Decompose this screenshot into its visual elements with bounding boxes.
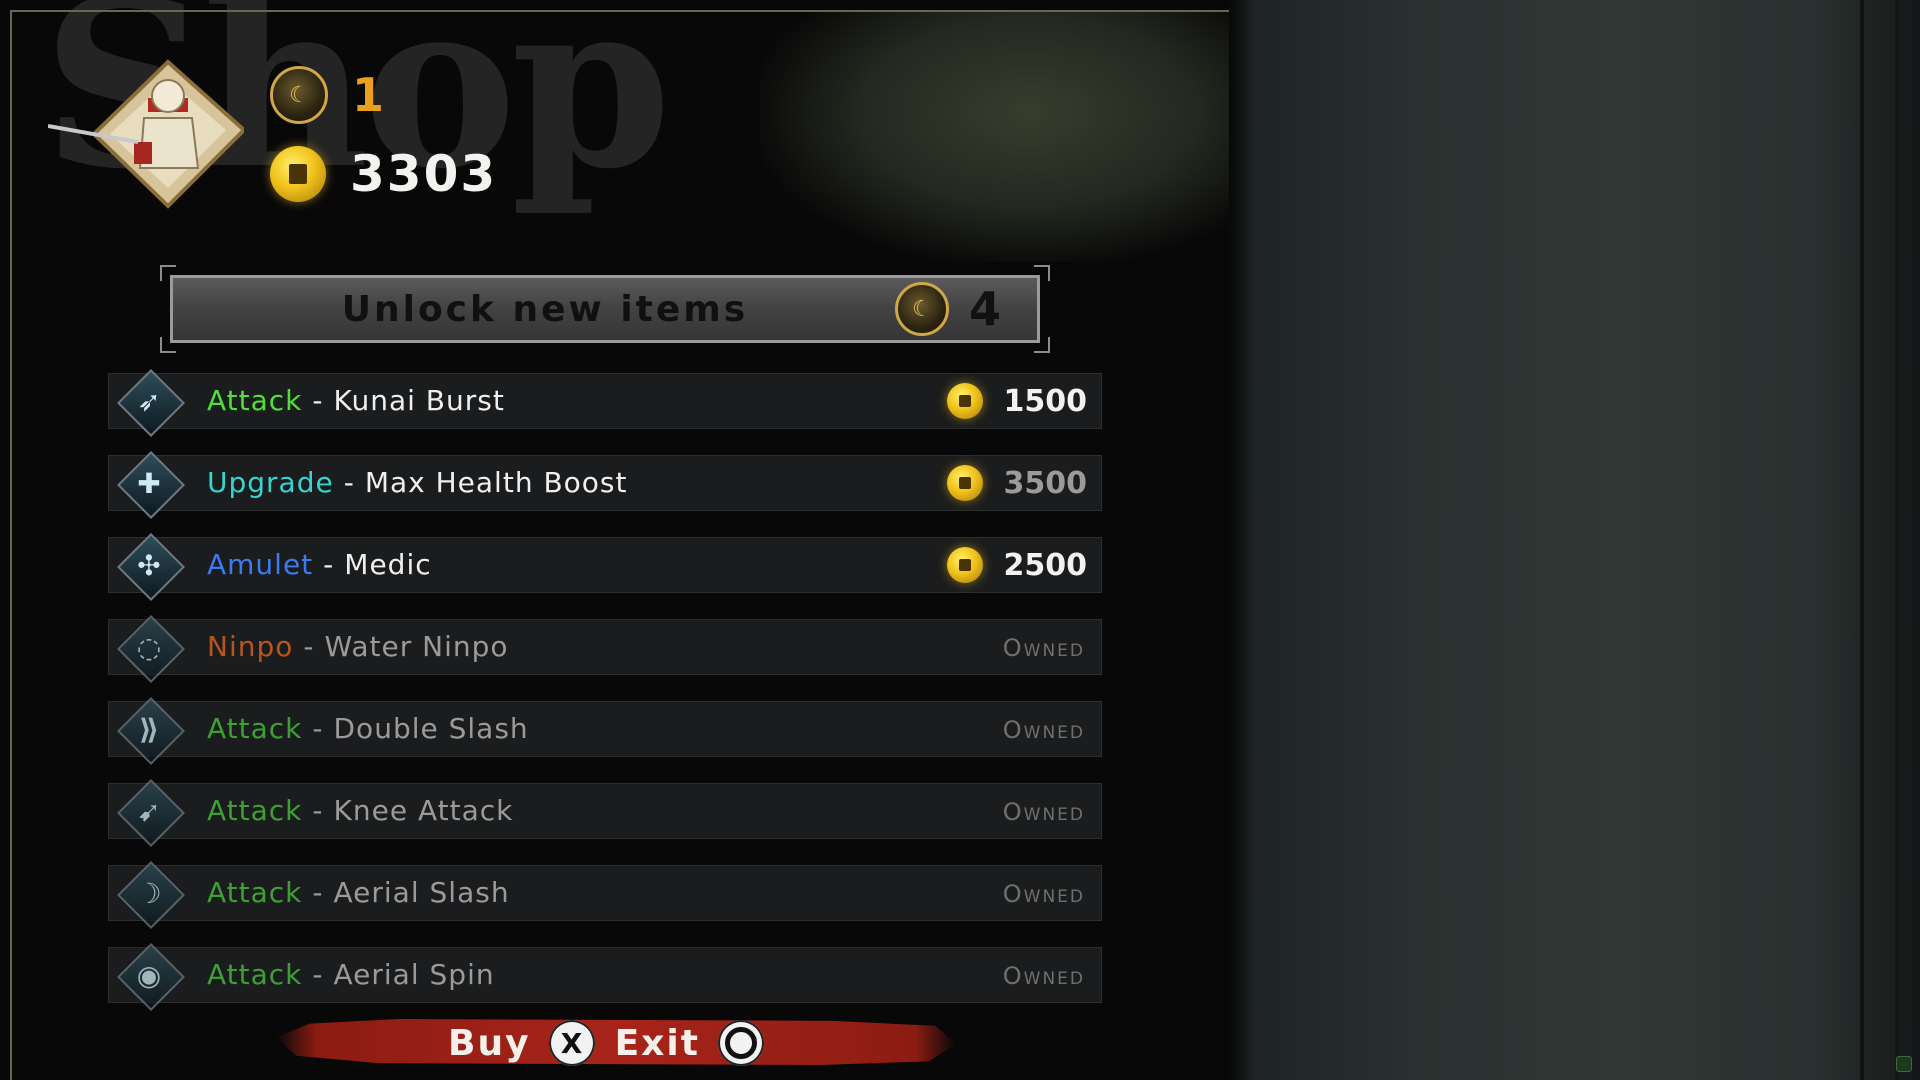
unlock-new-items-button[interactable]: Unlock new items ☾ 4	[170, 275, 1040, 343]
health-cross-icon: ✚	[117, 451, 185, 519]
item-category: Attack	[207, 384, 303, 417]
item-label: Amulet - Medic	[207, 538, 432, 592]
exit-label: Exit	[614, 1022, 700, 1064]
moon-token-icon: ☾	[270, 66, 328, 124]
separator: -	[312, 384, 324, 417]
shop-item-kunai-burst[interactable]: ➶ Attack - Kunai Burst 1500	[108, 369, 1102, 437]
icon-glyph: ✣	[137, 548, 161, 582]
coin-icon	[947, 547, 983, 583]
kunai-burst-icon: ➶	[117, 369, 185, 437]
item-category: Amulet	[207, 548, 314, 581]
item-label: Upgrade - Max Health Boost	[207, 456, 628, 510]
shop-item-aerial-slash[interactable]: ☽ Attack - Aerial Slash Owned	[108, 861, 1102, 929]
item-price: 2500	[947, 538, 1087, 592]
item-name: Double Slash	[333, 712, 529, 745]
icon-glyph: ➶	[137, 384, 161, 418]
unlock-cost: ☾ 4	[894, 282, 1001, 336]
item-name: Knee Attack	[333, 794, 514, 827]
moon-token-counter: ☾ 1	[270, 66, 384, 124]
ninja-avatar	[47, 58, 247, 210]
unlock-cost-amount: 4	[968, 282, 1001, 336]
shop-item-aerial-spin[interactable]: ◉ Attack - Aerial Spin Owned	[108, 943, 1102, 1011]
wall-streak	[1895, 0, 1899, 1080]
separator: -	[343, 466, 355, 499]
item-category: Upgrade	[207, 466, 334, 499]
shop-item-list: ➶ Attack - Kunai Burst 1500 ✚ Upgrade - Max Heal…	[108, 369, 1102, 1029]
aerial-spin-icon: ◉	[117, 943, 185, 1011]
aerial-slash-icon: ☽	[117, 861, 185, 929]
medic-amulet-icon: ✣	[117, 533, 185, 601]
item-name: Aerial Spin	[333, 958, 495, 991]
item-name: Aerial Slash	[333, 876, 510, 909]
moon-token-amount: 1	[352, 68, 385, 122]
owned-status: Owned	[1002, 962, 1085, 990]
shop-item-water-ninpo[interactable]: ◌ Ninpo - Water Ninpo Owned	[108, 615, 1102, 683]
game-world-background	[1255, 0, 1920, 1080]
separator: -	[312, 876, 324, 909]
wall-streak	[1860, 0, 1864, 1080]
double-slash-icon: ⟫	[117, 697, 185, 765]
status-indicator	[1896, 1056, 1912, 1072]
icon-glyph: ⟫	[138, 712, 160, 746]
separator: -	[303, 630, 315, 663]
icon-glyph: ➹	[137, 794, 161, 828]
coin-icon	[270, 146, 326, 202]
owned-status: Owned	[1002, 798, 1085, 826]
item-label: Attack - Kunai Burst	[207, 374, 505, 428]
item-price: 3500	[947, 456, 1087, 510]
icon-glyph: ◉	[136, 958, 162, 992]
knee-attack-icon: ➹	[117, 779, 185, 847]
price-amount: 2500	[1003, 547, 1088, 583]
owned-status: Owned	[1002, 880, 1085, 908]
coin-icon	[947, 383, 983, 419]
price-amount: 1500	[1003, 383, 1088, 419]
item-label: Attack - Aerial Spin	[207, 948, 495, 1002]
coin-icon	[947, 465, 983, 501]
owned-status: Owned	[1002, 634, 1085, 662]
item-category: Attack	[207, 794, 303, 827]
shop-panel: Shop ☾ 1 3303 Unlock new items ☾ 4 ➶ Att…	[0, 0, 1255, 1080]
icon-glyph: ✚	[137, 466, 161, 500]
coin-counter: 3303	[270, 145, 497, 203]
item-label: Attack - Knee Attack	[207, 784, 513, 838]
price-amount: 3500	[1003, 465, 1088, 501]
panel-rough-edge	[1229, 0, 1255, 1080]
water-ninpo-icon: ◌	[117, 615, 185, 683]
icon-glyph: ☽	[136, 876, 162, 910]
coin-amount: 3303	[350, 145, 498, 203]
item-name: Max Health Boost	[364, 466, 628, 499]
unlock-label: Unlock new items	[341, 288, 749, 330]
shop-item-double-slash[interactable]: ⟫ Attack - Double Slash Owned	[108, 697, 1102, 765]
item-name: Medic	[344, 548, 432, 581]
buy-label: Buy	[448, 1022, 531, 1064]
footer-controls: Buy X Exit	[276, 1015, 956, 1071]
icon-glyph: ◌	[136, 630, 162, 664]
item-label: Attack - Double Slash	[207, 702, 529, 756]
item-category: Attack	[207, 876, 303, 909]
item-category: Ninpo	[207, 630, 294, 663]
separator: -	[312, 958, 324, 991]
shop-item-medic[interactable]: ✣ Amulet - Medic 2500	[108, 533, 1102, 601]
owned-status: Owned	[1002, 716, 1085, 744]
circle-button-icon[interactable]	[717, 1020, 764, 1066]
item-name: Kunai Burst	[333, 384, 505, 417]
item-category: Attack	[207, 712, 303, 745]
moon-token-icon: ☾	[894, 282, 949, 336]
shop-item-knee-attack[interactable]: ➹ Attack - Knee Attack Owned	[108, 779, 1102, 847]
shop-item-max-health-boost[interactable]: ✚ Upgrade - Max Health Boost 3500	[108, 451, 1102, 519]
item-label: Ninpo - Water Ninpo	[207, 620, 509, 674]
item-name: Water Ninpo	[324, 630, 509, 663]
item-category: Attack	[207, 958, 303, 991]
cross-button-icon[interactable]: X	[548, 1020, 595, 1066]
separator: -	[312, 712, 324, 745]
separator: -	[323, 548, 335, 581]
item-label: Attack - Aerial Slash	[207, 866, 510, 920]
separator: -	[312, 794, 324, 827]
unlock-new-items[interactable]: Unlock new items ☾ 4	[160, 265, 1050, 353]
item-price: 1500	[947, 374, 1087, 428]
